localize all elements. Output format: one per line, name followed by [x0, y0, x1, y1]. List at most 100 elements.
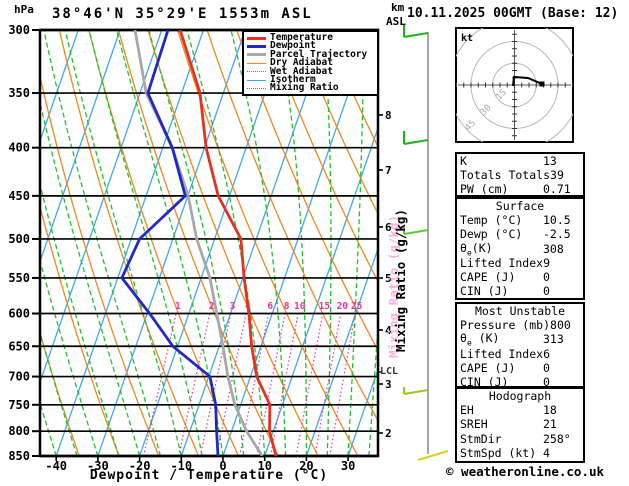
row-label: StmSpd (kt)	[460, 445, 537, 460]
row-value: 21	[543, 417, 557, 432]
table-row: PW (cm) 0.71	[457, 182, 583, 196]
table-row: CAPE (J) 0	[457, 361, 583, 375]
pressure-axis-unit: hPa	[14, 3, 34, 16]
section-title: Surface	[495, 199, 545, 213]
legend-line-sample	[247, 62, 266, 64]
row-value: 313	[543, 332, 564, 347]
row-label: CAPE (J)	[460, 270, 516, 285]
row-value: 6	[543, 346, 551, 361]
pressure-tick-label: 550	[8, 271, 30, 285]
pressure-tick-label: 300	[8, 23, 30, 37]
legend-label: Mixing Ratio	[270, 82, 339, 94]
mixing-ratio-label: 6	[267, 301, 273, 312]
altitude-tick-label: 7	[385, 164, 392, 177]
legend: Temperature Dewpoint Parcel Trajectory Dry …	[242, 30, 379, 96]
row-label: Dewp (°C)	[460, 227, 523, 242]
pressure-tick-label: 500	[8, 232, 30, 246]
row-value: 308	[543, 241, 564, 256]
hodograph-plot: 153045kt	[455, 27, 574, 143]
mixing-ratio-label: 8	[284, 301, 290, 312]
altitude-tick-label: 8	[385, 109, 392, 122]
pressure-tick-label: 850	[8, 449, 30, 463]
row-value: 13	[543, 154, 557, 169]
section-title: Hodograph	[488, 389, 552, 403]
row-value: 4	[543, 445, 550, 460]
legend-line-sample	[247, 88, 266, 90]
row-label: θe (K)	[460, 331, 500, 348]
row-label: CAPE (J)	[460, 360, 516, 375]
row-label: CIN (J)	[460, 284, 509, 299]
temperature-axis-label: Dewpoint / Temperature (°C)	[89, 468, 329, 483]
row-value: 18	[543, 403, 557, 418]
altitude-tick-label: 2	[385, 427, 392, 440]
panel-section-indices: K 13 Totals Totals 39 PW (cm) 0.71	[455, 152, 585, 197]
pressure-tick-label: 450	[8, 189, 30, 203]
pressure-tick-label: 400	[8, 141, 30, 155]
table-row: Dewp (°C) -2.5	[457, 227, 583, 241]
legend-line-sample	[247, 79, 266, 81]
table-row: θe(K) 308	[457, 240, 583, 257]
row-value: 800	[550, 318, 571, 333]
row-value: 0	[543, 270, 550, 285]
table-row: K 13	[457, 154, 583, 168]
pressure-tick-label: 650	[8, 339, 30, 353]
legend-line-sample	[247, 36, 266, 40]
pressure-tick-label: 750	[8, 398, 30, 412]
row-value: 9	[543, 255, 551, 270]
table-row: CAPE (J) 0	[457, 270, 583, 284]
sounding-chart-page: 1 2 3 4 6 8 10 15 20 25 300 350 400 450 500 550 600 650 70…	[0, 0, 629, 486]
table-row: Pressure (mb) 800	[457, 318, 583, 332]
table-row: Lifted Index 6	[457, 347, 583, 361]
table-row: EH 18	[457, 403, 583, 417]
section-title: Most Unstable	[474, 304, 565, 318]
row-label: SREH	[460, 417, 488, 432]
row-label: EH	[460, 403, 474, 418]
station-title: 38°46'N 35°29'E 1553m ASL	[52, 6, 313, 22]
row-label: θe(K)	[460, 240, 493, 257]
copyright-footer: © weatheronline.co.uk	[446, 464, 605, 479]
table-row: StmDir 258°	[457, 432, 583, 446]
hodograph-unit-label: kt	[461, 33, 473, 44]
row-value: 258°	[543, 431, 571, 446]
pressure-tick-label: 700	[8, 370, 30, 384]
row-label: Temp (°C)	[460, 213, 523, 228]
row-value: 0.71	[543, 182, 571, 197]
legend-item-mixing-ratio: Mixing Ratio	[247, 82, 377, 94]
table-row: StmSpd (kt) 4	[457, 446, 583, 460]
row-label: Lifted Index	[460, 346, 544, 361]
row-value: 10.5	[543, 213, 571, 228]
mixing-ratio-label: 15	[319, 301, 331, 312]
table-row: Lifted Index 9	[457, 256, 583, 270]
row-value: -2.5	[543, 227, 571, 242]
row-label: PW (cm)	[460, 182, 509, 197]
legend-line-sample	[247, 71, 266, 73]
row-label: StmDir	[460, 431, 502, 446]
legend-line-sample	[247, 53, 266, 57]
row-label: Pressure (mb)	[460, 318, 551, 333]
mixing-ratio-axis-label: Mixing Ratio (g/kg)	[393, 209, 408, 352]
row-label: Lifted Index	[460, 255, 544, 270]
table-row: Temp (°C) 10.5	[457, 213, 583, 227]
wind-barb-column	[403, 24, 449, 461]
altitude-axis-unit-asl: ASL	[386, 15, 406, 28]
altitude-axis-unit-km: km	[391, 1, 405, 14]
pressure-tick-label: 350	[8, 86, 30, 100]
table-row: θe (K) 313	[457, 331, 583, 348]
mixing-ratio-value-labels: 1 2 3 4 6 8 10 15 20 25	[175, 301, 363, 312]
table-row: Totals Totals 39	[457, 168, 583, 182]
legend-line-sample	[247, 45, 266, 49]
pressure-tick-label: 600	[8, 307, 30, 321]
table-row: CIN (J) 0	[457, 284, 583, 298]
row-label: K	[460, 154, 467, 169]
row-label: Totals Totals	[460, 168, 551, 183]
lcl-marker-label: LCL	[380, 366, 399, 377]
mixing-ratio-label: 10	[294, 301, 306, 312]
table-row: SREH 21	[457, 417, 583, 431]
panel-section-hodograph: Hodograph EH 18 SREH 21 StmDir 258° StmSpd (kt)…	[455, 387, 585, 463]
hodograph-storm-marker	[539, 81, 545, 87]
altitude-tick-label: 3	[385, 378, 392, 391]
run-datetime: 10.11.2025 00GMT (Base: 12)	[407, 6, 619, 21]
panel-section-most-unstable: Most Unstable Pressure (mb) 800 θe (K) 313 Li…	[455, 302, 585, 389]
row-value: 39	[550, 168, 564, 183]
row-value: 0	[543, 284, 550, 299]
